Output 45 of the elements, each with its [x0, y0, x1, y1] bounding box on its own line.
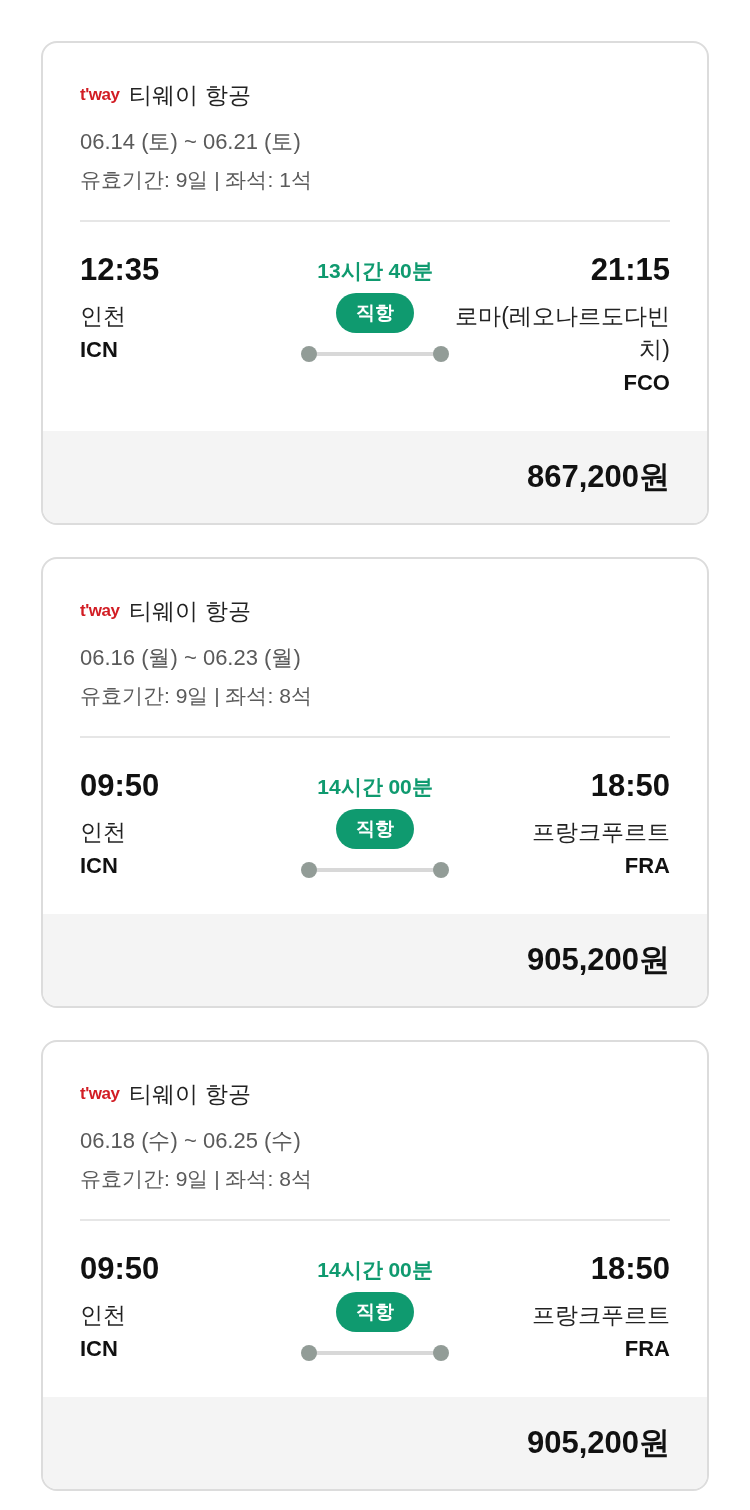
departure-city: 인천	[80, 302, 127, 331]
airline-logo: t'way	[80, 601, 120, 621]
departure-time: 12:35	[80, 252, 161, 288]
airline-logo: t'way	[80, 1084, 120, 1104]
route-line-icon	[301, 860, 449, 880]
validity-seats: 유효기간: 9일 | 좌석: 8석	[80, 682, 670, 710]
fare-price: 905,200원	[526, 941, 670, 979]
validity-seats: 유효기간: 9일 | 좌석: 1석	[80, 166, 670, 194]
airline-name: 티웨이 항공	[129, 80, 251, 110]
airline-name: 티웨이 항공	[129, 596, 251, 626]
travel-dates: 06.16 (월) ~ 06.23 (월)	[80, 644, 302, 672]
route-line-icon	[301, 1343, 449, 1363]
departure-time: 09:50	[80, 768, 161, 804]
arrival-time: 18:50	[590, 1251, 670, 1287]
arrival-time: 18:50	[590, 768, 670, 804]
arrival-code: FRA	[624, 1335, 670, 1363]
flight-card[interactable]: t'way 티웨이 항공 06.18 (수) ~ 06.25 (수) 유효기간: 9일 | 좌석: 8석 09:50 인천 ICN 14시간 00분 직항 18:50 프랑크푸르트 FRA 905,200원	[41, 1040, 709, 1491]
flight-duration: 13시간 40분	[317, 258, 433, 284]
arrival-city: 프랑크푸르트	[532, 818, 670, 847]
arrival-city: 로마(레오나르도다빈치)	[455, 302, 670, 364]
airline-logo: t'way	[80, 85, 120, 105]
validity-seats: 유효기간: 9일 | 좌석: 8석	[80, 1165, 670, 1193]
travel-dates: 06.18 (수) ~ 06.25 (수)	[80, 1127, 302, 1155]
departure-code: ICN	[80, 852, 119, 880]
flight-card[interactable]: t'way 티웨이 항공 06.14 (토) ~ 06.21 (토) 유효기간: 9일 | 좌석: 1석 12:35 인천 ICN 13시간 40분 직항 21:15 로마(레오나르도다빈치) FCO 867,200원	[41, 41, 709, 525]
airline-name: 티웨이 항공	[129, 1079, 251, 1109]
route-line-icon	[301, 344, 449, 364]
arrival-time: 21:15	[590, 252, 670, 288]
direct-badge: 직항	[336, 293, 414, 333]
direct-badge: 직항	[336, 1292, 414, 1332]
flight-duration: 14시간 00분	[317, 1257, 433, 1283]
fare-price: 905,200원	[526, 1424, 670, 1462]
departure-city: 인천	[80, 818, 127, 847]
flight-duration: 14시간 00분	[317, 774, 433, 800]
fare-price: 867,200원	[526, 458, 670, 496]
arrival-city: 프랑크푸르트	[532, 1301, 670, 1330]
departure-time: 09:50	[80, 1251, 161, 1287]
arrival-code: FCO	[623, 369, 670, 397]
arrival-code: FRA	[624, 852, 670, 880]
travel-dates: 06.14 (토) ~ 06.21 (토)	[80, 128, 302, 156]
direct-badge: 직항	[336, 809, 414, 849]
departure-code: ICN	[80, 1335, 119, 1363]
flight-card[interactable]: t'way 티웨이 항공 06.16 (월) ~ 06.23 (월) 유효기간: 9일 | 좌석: 8석 09:50 인천 ICN 14시간 00분 직항 18:50 프랑크푸르트 FRA 905,200원	[41, 557, 709, 1008]
departure-code: ICN	[80, 336, 119, 364]
departure-city: 인천	[80, 1301, 127, 1330]
